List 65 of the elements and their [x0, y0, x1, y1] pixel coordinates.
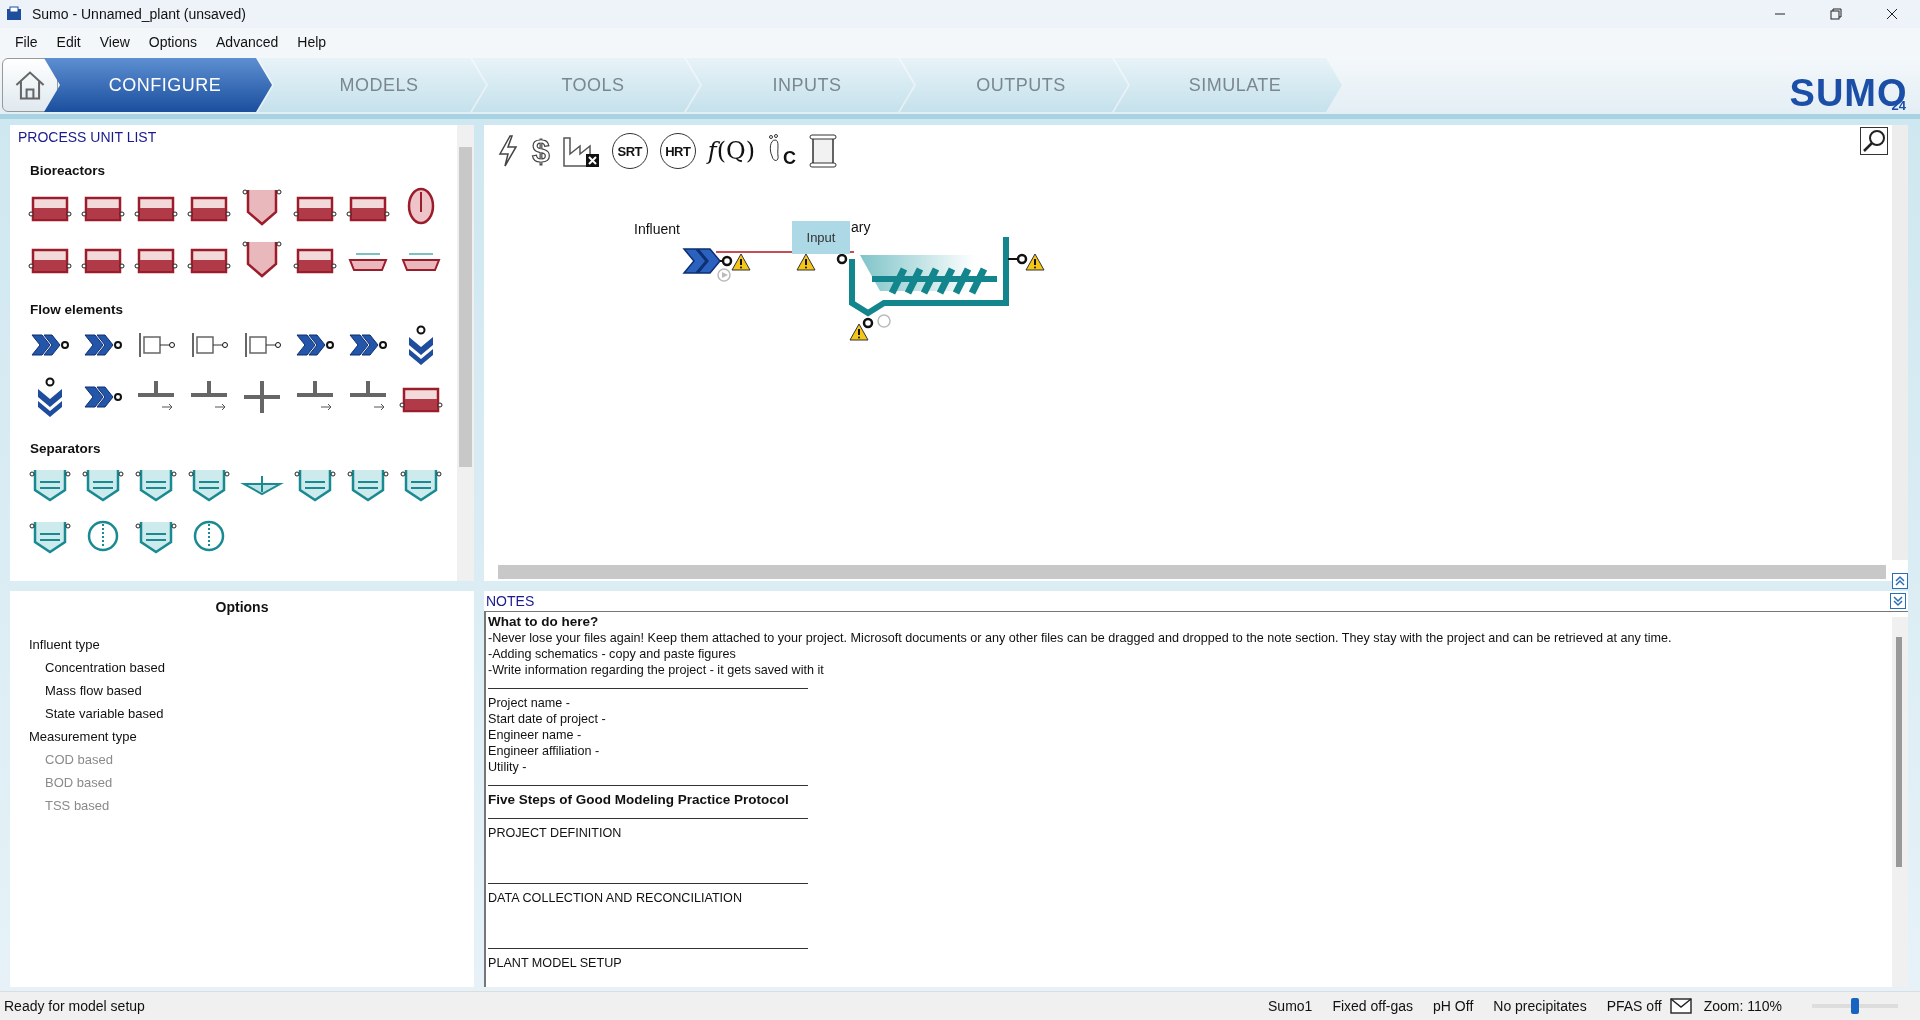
notes-text: -Write information regarding the project - it gets saved with it: [488, 662, 825, 678]
option-group[interactable]: Measurement type: [10, 725, 474, 748]
node-label: ary: [851, 219, 871, 235]
slider-thumb[interactable]: [1851, 998, 1859, 1014]
scrollbar[interactable]: [1892, 125, 1908, 560]
menu-item[interactable]: File: [6, 34, 48, 50]
search-icon[interactable]: [1860, 127, 1888, 155]
restore-icon[interactable]: [1830, 8, 1842, 20]
tooltip: Input: [792, 221, 850, 254]
option-item[interactable]: Concentration based: [10, 656, 474, 679]
scrollbar[interactable]: [1892, 617, 1908, 987]
factory-icon[interactable]: [561, 134, 600, 168]
panel-title: Options: [214, 599, 270, 615]
menu-item[interactable]: View: [90, 34, 140, 50]
notes-text: Start date of project -: [488, 711, 607, 727]
menu-item[interactable]: Options: [139, 34, 208, 50]
scroll-icon[interactable]: [808, 133, 839, 169]
notes-text: Engineer name -: [488, 727, 583, 743]
lightning-icon[interactable]: [496, 134, 520, 168]
notes-text: PROJECT DEFINITION: [488, 825, 623, 841]
scrollbar[interactable]: [457, 125, 474, 581]
status-item: PFAS off: [1606, 998, 1662, 1014]
close-icon[interactable]: [1886, 8, 1898, 20]
app-icon: [6, 6, 22, 22]
status-item: No precipitates: [1493, 998, 1587, 1014]
menu-item[interactable]: Edit: [47, 34, 91, 50]
notes-text: Engineer affiliation -: [488, 743, 601, 759]
panel-title: NOTES: [486, 593, 535, 609]
node-label: Influent: [634, 221, 680, 237]
group-heading: Bioreactors: [30, 163, 107, 178]
option-group[interactable]: Influent type: [10, 633, 474, 656]
status-message: Ready for model setup: [4, 998, 145, 1014]
warning-icon[interactable]: [1025, 253, 1045, 271]
status-item: Fixed off-gas: [1332, 998, 1414, 1014]
panel-title: PROCESS UNIT LIST: [18, 129, 158, 145]
notes-editor[interactable]: [484, 612, 1908, 987]
status-item: pH Off: [1433, 998, 1474, 1014]
option-item[interactable]: State variable based: [10, 702, 474, 725]
notes-text: -Adding schematics - copy and paste figures: [488, 646, 737, 662]
warning-icon[interactable]: [849, 323, 869, 341]
warning-icon[interactable]: [731, 253, 751, 271]
option-item[interactable]: Mass flow based: [10, 679, 474, 702]
notes-text: -Never lose your files again! Keep them attached to your project. Microsoft documents or any other files can be dragged and dropped to the note section. They stay with the project and can be retrieved at any time.: [488, 630, 1673, 646]
warning-icon[interactable]: [796, 253, 816, 271]
group-heading: Flow elements: [30, 302, 125, 317]
notes-heading: Five Steps of Good Modeling Practice Protocol: [488, 792, 790, 808]
notes-text: Utility -: [488, 759, 528, 775]
scrollbar[interactable]: [498, 565, 1886, 579]
zoom-readout: Zoom: 110%: [1703, 998, 1782, 1014]
nav-tab[interactable]: CONFIGURE: [44, 58, 272, 112]
notes-text: DATA COLLECTION AND RECONCILIATION: [488, 890, 743, 906]
notes-text: PLANT MODEL SETUP: [488, 955, 623, 971]
dollar-icon[interactable]: $: [532, 132, 550, 170]
notes-heading: What to do here?: [488, 614, 600, 630]
notes-text: Project name -: [488, 695, 571, 711]
double-chevron-up-icon[interactable]: [1892, 573, 1908, 589]
formula-icon[interactable]: f(Q): [707, 137, 756, 165]
window-title: Sumo - Unnamed_plant (unsaved): [32, 6, 246, 22]
double-chevron-down-icon[interactable]: [1890, 593, 1906, 609]
group-heading: Separators: [30, 441, 102, 456]
menu-item[interactable]: Help: [288, 34, 337, 50]
mail-icon[interactable]: [1669, 998, 1692, 1014]
status-item: Sumo1: [1268, 998, 1313, 1014]
menu-item[interactable]: Advanced: [207, 34, 289, 50]
home-button[interactable]: [2, 58, 58, 112]
